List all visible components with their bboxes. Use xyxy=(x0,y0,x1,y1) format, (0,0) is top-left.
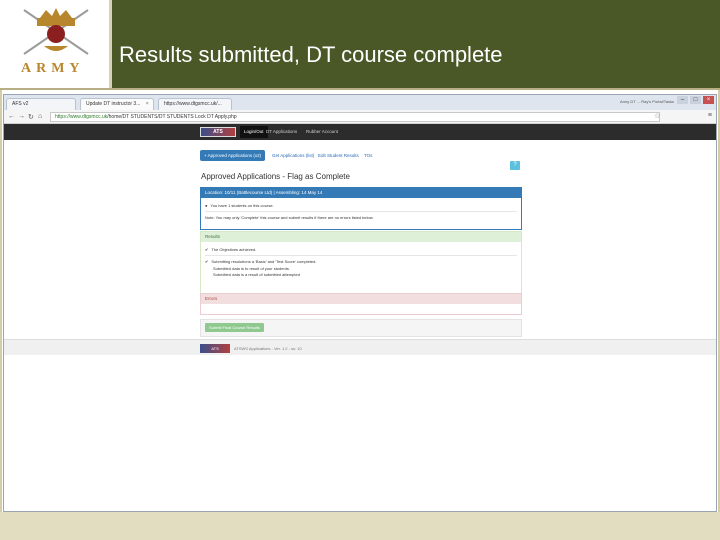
course-panel-body: ● You have 1 students on this course. Not… xyxy=(201,198,521,225)
app-brand-logo[interactable]: ATS xyxy=(200,127,236,137)
result-sub-item: Submitted data is a result of submitted … xyxy=(213,272,300,277)
tab-label: Update DT instructor 3... xyxy=(86,101,141,107)
back-arrow-icon[interactable]: ← xyxy=(8,113,15,120)
browser-tab-bar: AFS v2 Update DT instructor 3... × https… xyxy=(4,95,716,110)
results-panel: Results ✔ The Objectives achieved. ✔ Submi… xyxy=(200,231,522,295)
tab-edit-results[interactable]: Edit Student Results xyxy=(314,150,363,161)
divider xyxy=(205,255,517,256)
address-bar[interactable]: https://www.dtgsmcc.uk/home/DT STUDENTS/… xyxy=(50,112,660,122)
result-line: ✔ Submitting resolutions a 'Basic' and 'T… xyxy=(205,257,517,266)
window-controls: – □ × xyxy=(677,96,714,104)
check-icon: ✔ xyxy=(205,247,209,252)
help-icon[interactable]: ? xyxy=(510,161,520,170)
browser-tab[interactable]: https://www.dtgsmcc.uk/... xyxy=(158,98,232,110)
window-title-text: Army DT ... Ray's Portal/Tasks xyxy=(619,99,674,104)
submit-results-button[interactable]: Submit Final Course Results xyxy=(205,323,264,332)
errors-panel: Errors xyxy=(200,293,522,315)
tab-label: AFS v2 xyxy=(12,101,29,107)
browser-menu-icon[interactable]: ≡ xyxy=(708,112,712,119)
course-panel: Location: 10/11 (Battlecourse Ltd) | Ass… xyxy=(200,187,522,230)
close-tab-icon[interactable]: × xyxy=(146,101,149,107)
url-secure: https://www.dtgsmcc.uk xyxy=(55,114,108,120)
results-panel-header: Results xyxy=(201,232,521,242)
check-icon: ✔ xyxy=(205,259,209,264)
tab-label: https://www.dtgsmcc.uk/... xyxy=(164,101,222,107)
nav-account[interactable]: Rubber Account xyxy=(306,129,338,134)
header-rule xyxy=(0,88,720,90)
info-icon: ● xyxy=(205,203,208,208)
address-toolbar: ← → ↻ ⌂ https://www.dtgsmcc.uk/home/DT S… xyxy=(4,110,716,124)
slide-title: Results submitted, DT course complete xyxy=(119,42,503,67)
crown-crest-icon xyxy=(23,8,89,55)
footer-logo: ATS xyxy=(200,344,230,353)
left-border xyxy=(0,90,2,540)
url-path: /home/DT STUDENTS/DT STUDENTS Lock DT Ap… xyxy=(107,114,237,120)
app-navbar: ATS Login/Out DT Applications Rubber Acc… xyxy=(4,124,716,140)
tab-get-applications[interactable]: Get Applications (list) xyxy=(268,150,318,161)
army-wordmark: ARMY xyxy=(21,61,85,76)
course-line-text: You have 1 students on this course. xyxy=(210,203,274,208)
footer-band xyxy=(0,512,720,540)
tab-tos[interactable]: TOs xyxy=(360,150,376,161)
minimize-icon[interactable]: – xyxy=(677,96,688,104)
reload-icon[interactable]: ↻ xyxy=(28,113,34,121)
page-title: Approved Applications - Flag as Complete xyxy=(201,172,350,181)
browser-screenshot: AFS v2 Update DT instructor 3... × https… xyxy=(3,94,717,512)
maximize-icon[interactable]: □ xyxy=(690,96,701,104)
result-line: ✔ The Objectives achieved. xyxy=(205,245,517,254)
sub-navigation: + Approved Applications (x2) Get Applica… xyxy=(200,150,530,162)
course-line: ● You have 1 students on this course. xyxy=(205,201,517,210)
army-logo: ARMY xyxy=(0,0,112,88)
browser-tab[interactable]: AFS v2 xyxy=(6,98,76,110)
errors-panel-header: Errors xyxy=(201,294,521,304)
browser-tab-active[interactable]: Update DT instructor 3... × xyxy=(80,98,154,110)
home-icon[interactable]: ⌂ xyxy=(38,113,42,120)
forward-arrow-icon[interactable]: → xyxy=(18,113,25,120)
result-text: Submitting resolutions a 'Basic' and 'Te… xyxy=(211,259,317,264)
app-footer: ATS ATSWS Applications - Ver. 1.2 - ss: … xyxy=(4,339,716,355)
bookmark-star-icon[interactable]: ☆ xyxy=(654,112,660,120)
nav-login[interactable]: Login/Out xyxy=(240,126,268,138)
course-note: Note: You may only 'Complete' this cours… xyxy=(205,215,374,220)
result-sub-list: Submitted data is to result of your stud… xyxy=(205,266,517,278)
divider xyxy=(205,211,517,212)
nav-dt-applications[interactable]: DT Applications xyxy=(266,129,297,134)
close-window-icon[interactable]: × xyxy=(703,96,714,104)
footer-text: ATSWS Applications - Ver. 1.2 - ss: 10 xyxy=(234,346,302,351)
results-panel-body: ✔ The Objectives achieved. ✔ Submitting re… xyxy=(201,242,521,281)
tab-approved-applications[interactable]: + Approved Applications (x2) xyxy=(200,150,266,161)
result-text: The Objectives achieved. xyxy=(211,247,257,252)
course-panel-header: Location: 10/11 (Battlecourse Ltd) | Ass… xyxy=(201,188,521,198)
submit-well: Submit Final Course Results xyxy=(200,319,522,337)
